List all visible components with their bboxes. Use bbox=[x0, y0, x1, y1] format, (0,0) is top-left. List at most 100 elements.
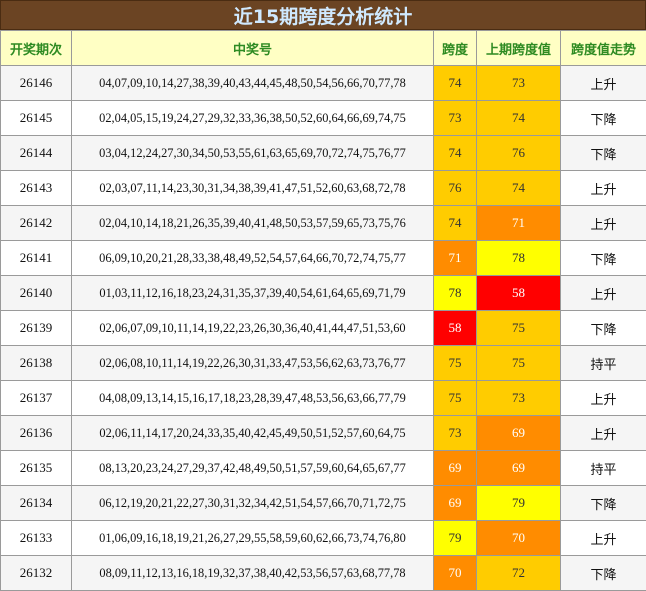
trend-cell: 上升 bbox=[561, 521, 646, 556]
table-body: 2614604,07,09,10,14,27,38,39,40,43,44,45… bbox=[1, 66, 646, 591]
table-row: 2614202,04,10,14,18,21,26,35,39,40,41,48… bbox=[1, 206, 646, 241]
trend-cell: 上升 bbox=[561, 381, 646, 416]
span-cell: 75 bbox=[434, 346, 477, 381]
header-numbers: 中奖号 bbox=[72, 31, 434, 66]
prev-span-cell: 70 bbox=[477, 521, 561, 556]
issue-cell: 26134 bbox=[1, 486, 72, 521]
table-row: 2613602,06,11,14,17,20,24,33,35,40,42,45… bbox=[1, 416, 646, 451]
table-row: 2614502,04,05,15,19,24,27,29,32,33,36,38… bbox=[1, 101, 646, 136]
numbers-cell: 08,09,11,12,13,16,18,19,32,37,38,40,42,5… bbox=[72, 556, 434, 591]
trend-cell: 上升 bbox=[561, 206, 646, 241]
table-row: 2614302,03,07,11,14,23,30,31,34,38,39,41… bbox=[1, 171, 646, 206]
numbers-cell: 04,08,09,13,14,15,16,17,18,23,28,39,47,4… bbox=[72, 381, 434, 416]
span-cell: 74 bbox=[434, 66, 477, 101]
prev-span-cell: 79 bbox=[477, 486, 561, 521]
trend-cell: 上升 bbox=[561, 276, 646, 311]
numbers-cell: 06,09,10,20,21,28,33,38,48,49,52,54,57,6… bbox=[72, 241, 434, 276]
table-row: 2613208,09,11,12,13,16,18,19,32,37,38,40… bbox=[1, 556, 646, 591]
table-row: 2614001,03,11,12,16,18,23,24,31,35,37,39… bbox=[1, 276, 646, 311]
prev-span-cell: 78 bbox=[477, 241, 561, 276]
prev-span-cell: 74 bbox=[477, 101, 561, 136]
span-cell: 69 bbox=[434, 451, 477, 486]
numbers-cell: 02,03,07,11,14,23,30,31,34,38,39,41,47,5… bbox=[72, 171, 434, 206]
table-row: 2613902,06,07,09,10,11,14,19,22,23,26,30… bbox=[1, 311, 646, 346]
table-title: 近15期跨度分析统计 bbox=[0, 0, 646, 30]
prev-span-cell: 73 bbox=[477, 66, 561, 101]
issue-cell: 26141 bbox=[1, 241, 72, 276]
prev-span-cell: 74 bbox=[477, 171, 561, 206]
span-cell: 75 bbox=[434, 381, 477, 416]
numbers-cell: 01,03,11,12,16,18,23,24,31,35,37,39,40,5… bbox=[72, 276, 434, 311]
prev-span-cell: 72 bbox=[477, 556, 561, 591]
table-row: 2614106,09,10,20,21,28,33,38,48,49,52,54… bbox=[1, 241, 646, 276]
issue-cell: 26142 bbox=[1, 206, 72, 241]
span-cell: 70 bbox=[434, 556, 477, 591]
numbers-cell: 02,06,11,14,17,20,24,33,35,40,42,45,49,5… bbox=[72, 416, 434, 451]
span-cell: 74 bbox=[434, 206, 477, 241]
issue-cell: 26132 bbox=[1, 556, 72, 591]
numbers-cell: 04,07,09,10,14,27,38,39,40,43,44,45,48,5… bbox=[72, 66, 434, 101]
table-row: 2613301,06,09,16,18,19,21,26,27,29,55,58… bbox=[1, 521, 646, 556]
header-prev-span: 上期跨度值 bbox=[477, 31, 561, 66]
issue-cell: 26139 bbox=[1, 311, 72, 346]
prev-span-cell: 71 bbox=[477, 206, 561, 241]
header-issue: 开奖期次 bbox=[1, 31, 72, 66]
trend-cell: 下降 bbox=[561, 241, 646, 276]
prev-span-cell: 75 bbox=[477, 346, 561, 381]
trend-cell: 持平 bbox=[561, 451, 646, 486]
numbers-cell: 03,04,12,24,27,30,34,50,53,55,61,63,65,6… bbox=[72, 136, 434, 171]
issue-cell: 26138 bbox=[1, 346, 72, 381]
trend-cell: 上升 bbox=[561, 66, 646, 101]
span-cell: 74 bbox=[434, 136, 477, 171]
span-cell: 78 bbox=[434, 276, 477, 311]
numbers-cell: 06,12,19,20,21,22,27,30,31,32,34,42,51,5… bbox=[72, 486, 434, 521]
prev-span-cell: 73 bbox=[477, 381, 561, 416]
issue-cell: 26133 bbox=[1, 521, 72, 556]
table-header: 开奖期次 中奖号 跨度 上期跨度值 跨度值走势 bbox=[1, 31, 646, 66]
numbers-cell: 02,06,08,10,11,14,19,22,26,30,31,33,47,5… bbox=[72, 346, 434, 381]
trend-cell: 上升 bbox=[561, 416, 646, 451]
numbers-cell: 01,06,09,16,18,19,21,26,27,29,55,58,59,6… bbox=[72, 521, 434, 556]
table-row: 2613704,08,09,13,14,15,16,17,18,23,28,39… bbox=[1, 381, 646, 416]
prev-span-cell: 69 bbox=[477, 416, 561, 451]
header-span: 跨度 bbox=[434, 31, 477, 66]
span-cell: 79 bbox=[434, 521, 477, 556]
trend-cell: 下降 bbox=[561, 311, 646, 346]
issue-cell: 26143 bbox=[1, 171, 72, 206]
trend-cell: 下降 bbox=[561, 101, 646, 136]
span-cell: 73 bbox=[434, 101, 477, 136]
issue-cell: 26136 bbox=[1, 416, 72, 451]
table-row: 2614604,07,09,10,14,27,38,39,40,43,44,45… bbox=[1, 66, 646, 101]
header-trend: 跨度值走势 bbox=[561, 31, 646, 66]
trend-cell: 下降 bbox=[561, 486, 646, 521]
issue-cell: 26140 bbox=[1, 276, 72, 311]
issue-cell: 26137 bbox=[1, 381, 72, 416]
trend-cell: 下降 bbox=[561, 556, 646, 591]
table-row: 2613802,06,08,10,11,14,19,22,26,30,31,33… bbox=[1, 346, 646, 381]
span-table: 开奖期次 中奖号 跨度 上期跨度值 跨度值走势 2614604,07,09,10… bbox=[0, 30, 646, 591]
numbers-cell: 08,13,20,23,24,27,29,37,42,48,49,50,51,5… bbox=[72, 451, 434, 486]
prev-span-cell: 58 bbox=[477, 276, 561, 311]
span-cell: 71 bbox=[434, 241, 477, 276]
trend-cell: 上升 bbox=[561, 171, 646, 206]
prev-span-cell: 75 bbox=[477, 311, 561, 346]
numbers-cell: 02,06,07,09,10,11,14,19,22,23,26,30,36,4… bbox=[72, 311, 434, 346]
table-row: 2613406,12,19,20,21,22,27,30,31,32,34,42… bbox=[1, 486, 646, 521]
span-cell: 58 bbox=[434, 311, 477, 346]
numbers-cell: 02,04,10,14,18,21,26,35,39,40,41,48,50,5… bbox=[72, 206, 434, 241]
trend-cell: 持平 bbox=[561, 346, 646, 381]
trend-cell: 下降 bbox=[561, 136, 646, 171]
prev-span-cell: 69 bbox=[477, 451, 561, 486]
span-analysis-panel: 近15期跨度分析统计 开奖期次 中奖号 跨度 上期跨度值 跨度值走势 26146… bbox=[0, 0, 646, 590]
issue-cell: 26144 bbox=[1, 136, 72, 171]
span-cell: 76 bbox=[434, 171, 477, 206]
issue-cell: 26135 bbox=[1, 451, 72, 486]
table-row: 2613508,13,20,23,24,27,29,37,42,48,49,50… bbox=[1, 451, 646, 486]
span-cell: 73 bbox=[434, 416, 477, 451]
issue-cell: 26146 bbox=[1, 66, 72, 101]
table-row: 2614403,04,12,24,27,30,34,50,53,55,61,63… bbox=[1, 136, 646, 171]
span-cell: 69 bbox=[434, 486, 477, 521]
numbers-cell: 02,04,05,15,19,24,27,29,32,33,36,38,50,5… bbox=[72, 101, 434, 136]
issue-cell: 26145 bbox=[1, 101, 72, 136]
prev-span-cell: 76 bbox=[477, 136, 561, 171]
